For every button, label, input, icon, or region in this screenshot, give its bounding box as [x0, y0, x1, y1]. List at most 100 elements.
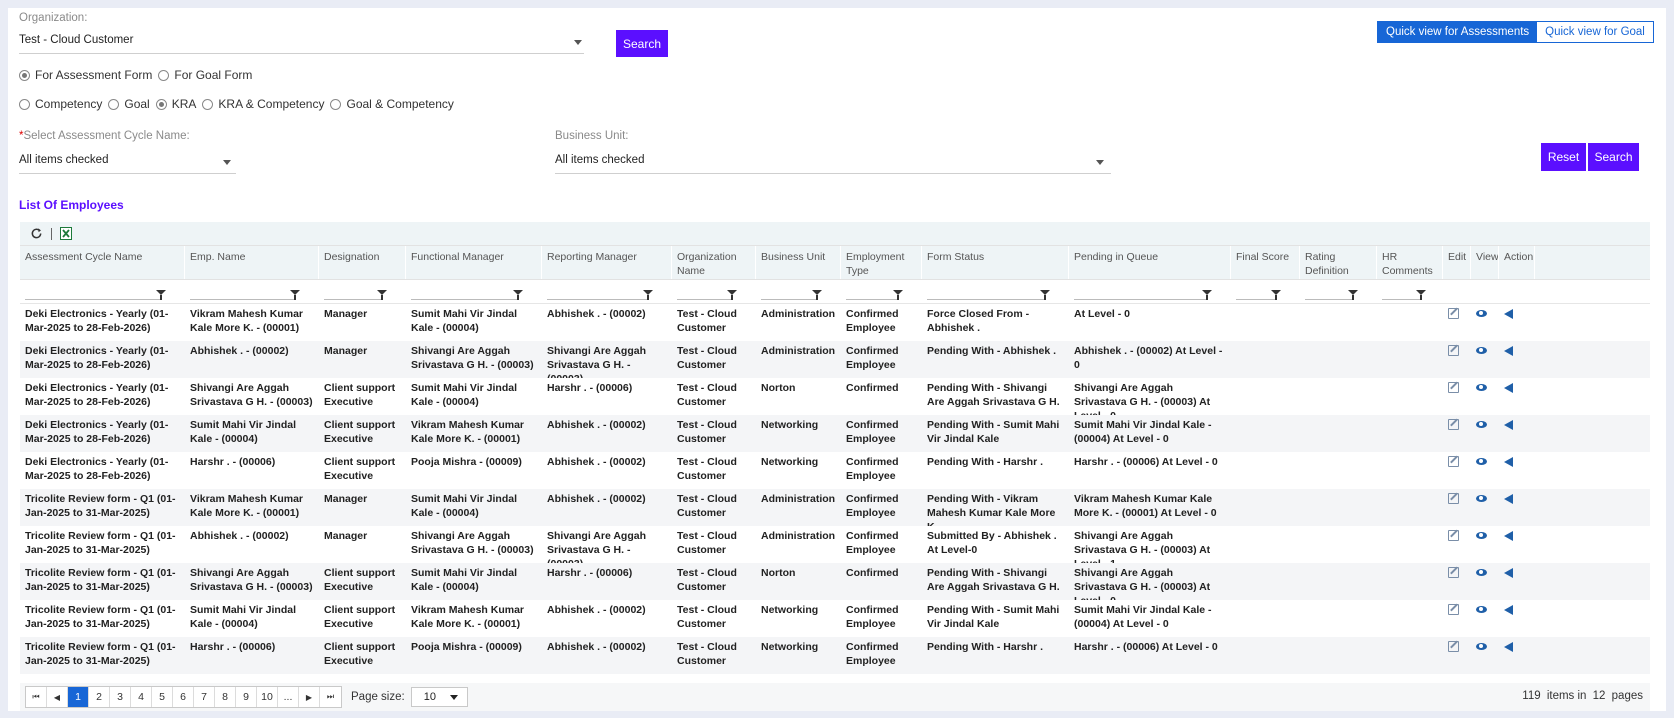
page-button-10[interactable]: 10: [257, 687, 278, 707]
filter-icon[interactable]: [1202, 290, 1212, 300]
edit-icon[interactable]: [1448, 345, 1459, 356]
radio-button[interactable]: [19, 98, 30, 110]
page-button-9[interactable]: 9: [236, 687, 257, 707]
eye-icon[interactable]: [1476, 643, 1487, 650]
edit-icon[interactable]: [1448, 567, 1459, 578]
column-header-form-status[interactable]: Form Status: [922, 246, 1069, 279]
filter-input[interactable]: [761, 299, 818, 300]
chevron-down-icon[interactable]: [449, 695, 458, 700]
edit-icon[interactable]: [1448, 530, 1459, 541]
chevron-down-icon[interactable]: [574, 40, 582, 45]
megaphone-icon[interactable]: [1504, 494, 1513, 504]
edit-icon[interactable]: [1448, 641, 1459, 652]
edit-icon[interactable]: [1448, 456, 1459, 467]
page-button-4[interactable]: 4: [131, 687, 152, 707]
column-header-final-score[interactable]: Final Score: [1231, 246, 1300, 279]
organization-search-button[interactable]: Search: [616, 30, 668, 57]
eye-icon[interactable]: [1476, 421, 1487, 428]
radio-kra-and-competency[interactable]: KRA & Competency: [202, 97, 324, 111]
filter-icon[interactable]: [643, 290, 653, 300]
radio-button[interactable]: [330, 98, 342, 110]
eye-icon[interactable]: [1476, 310, 1487, 317]
filter-icon[interactable]: [513, 290, 523, 300]
megaphone-icon[interactable]: [1504, 346, 1513, 356]
eye-icon[interactable]: [1476, 384, 1487, 391]
first-page-button[interactable]: ⏮: [26, 687, 47, 707]
radio-button[interactable]: [108, 98, 120, 110]
filter-input[interactable]: [25, 299, 162, 300]
business-unit-select[interactable]: All items checked: [555, 154, 1111, 174]
radio-competency[interactable]: Competency: [19, 97, 102, 111]
page-button-6[interactable]: 6: [173, 687, 194, 707]
last-page-button[interactable]: ⏭: [320, 687, 341, 707]
filter-icon[interactable]: [1348, 290, 1358, 300]
megaphone-icon[interactable]: [1504, 309, 1513, 319]
edit-icon[interactable]: [1448, 382, 1459, 393]
radio-button[interactable]: [19, 69, 30, 81]
column-header-hr-comments[interactable]: HR Comments: [1377, 246, 1443, 279]
page-button-7[interactable]: 7: [194, 687, 215, 707]
edit-icon[interactable]: [1448, 604, 1459, 615]
assessment-cycle-select[interactable]: All items checked: [19, 154, 236, 174]
edit-icon[interactable]: [1448, 419, 1459, 430]
quick-view-assessments-button[interactable]: Quick view for Assessments: [1378, 22, 1538, 42]
page-size-select[interactable]: 10: [410, 687, 468, 707]
filter-input[interactable]: [677, 299, 733, 300]
page-button-2[interactable]: 2: [89, 687, 110, 707]
eye-icon[interactable]: [1476, 458, 1487, 465]
megaphone-icon[interactable]: [1504, 420, 1513, 430]
column-header-pending-in-queue[interactable]: Pending in Queue: [1069, 246, 1231, 279]
page-button-1[interactable]: 1: [68, 687, 89, 707]
filter-icon[interactable]: [156, 290, 166, 300]
radio-button[interactable]: [202, 98, 214, 110]
radio-goal[interactable]: Goal: [108, 97, 150, 111]
page-button-more[interactable]: ...: [278, 687, 299, 707]
eye-icon[interactable]: [1476, 347, 1487, 354]
column-header-emp-name[interactable]: Emp. Name: [185, 246, 319, 279]
filter-icon[interactable]: [290, 290, 300, 300]
chevron-down-icon[interactable]: [1096, 160, 1104, 165]
edit-icon[interactable]: [1448, 308, 1459, 319]
column-header-functional-manager[interactable]: Functional Manager: [406, 246, 542, 279]
eye-icon[interactable]: [1476, 606, 1487, 613]
column-header-business-unit[interactable]: Business Unit: [756, 246, 841, 279]
chevron-down-icon[interactable]: [223, 160, 231, 165]
filter-input[interactable]: [547, 299, 649, 300]
megaphone-icon[interactable]: [1504, 642, 1513, 652]
filter-input[interactable]: [927, 299, 1046, 300]
filter-input[interactable]: [324, 299, 383, 300]
filter-icon[interactable]: [893, 290, 903, 300]
megaphone-icon[interactable]: [1504, 531, 1513, 541]
edit-icon[interactable]: [1448, 493, 1459, 504]
column-header-edit[interactable]: Edit: [1443, 246, 1471, 279]
radio-for-assessment-form[interactable]: For Assessment Form: [19, 68, 152, 82]
filter-icon[interactable]: [812, 290, 822, 300]
megaphone-icon[interactable]: [1504, 457, 1513, 467]
filter-input[interactable]: [190, 299, 296, 300]
page-button-5[interactable]: 5: [152, 687, 173, 707]
refresh-icon[interactable]: [30, 227, 43, 240]
eye-icon[interactable]: [1476, 495, 1487, 502]
column-header-organization-name[interactable]: Organization Name: [672, 246, 756, 279]
megaphone-icon[interactable]: [1504, 605, 1513, 615]
megaphone-icon[interactable]: [1504, 568, 1513, 578]
eye-icon[interactable]: [1476, 532, 1487, 539]
column-header-employment-type[interactable]: Employment Type: [841, 246, 922, 279]
radio-button[interactable]: [158, 69, 170, 81]
radio-kra[interactable]: KRA: [155, 97, 196, 111]
prev-page-button[interactable]: ◀: [47, 687, 68, 707]
reset-button[interactable]: Reset: [1541, 143, 1586, 171]
column-header-reporting-manager[interactable]: Reporting Manager: [542, 246, 672, 279]
organization-select[interactable]: Test - Cloud Customer: [19, 34, 584, 54]
excel-icon[interactable]: [60, 227, 72, 240]
radio-button[interactable]: [155, 98, 167, 110]
radio-goal-and-competency[interactable]: Goal & Competency: [330, 97, 454, 111]
column-header-view[interactable]: View: [1471, 246, 1499, 279]
filter-icon[interactable]: [377, 290, 387, 300]
column-header-action[interactable]: Action: [1499, 246, 1535, 279]
eye-icon[interactable]: [1476, 569, 1487, 576]
column-header-assessment-cycle-name[interactable]: Assessment Cycle Name: [20, 246, 185, 279]
filter-icon[interactable]: [1271, 290, 1281, 300]
page-button-8[interactable]: 8: [215, 687, 236, 707]
filter-input[interactable]: [846, 299, 899, 300]
